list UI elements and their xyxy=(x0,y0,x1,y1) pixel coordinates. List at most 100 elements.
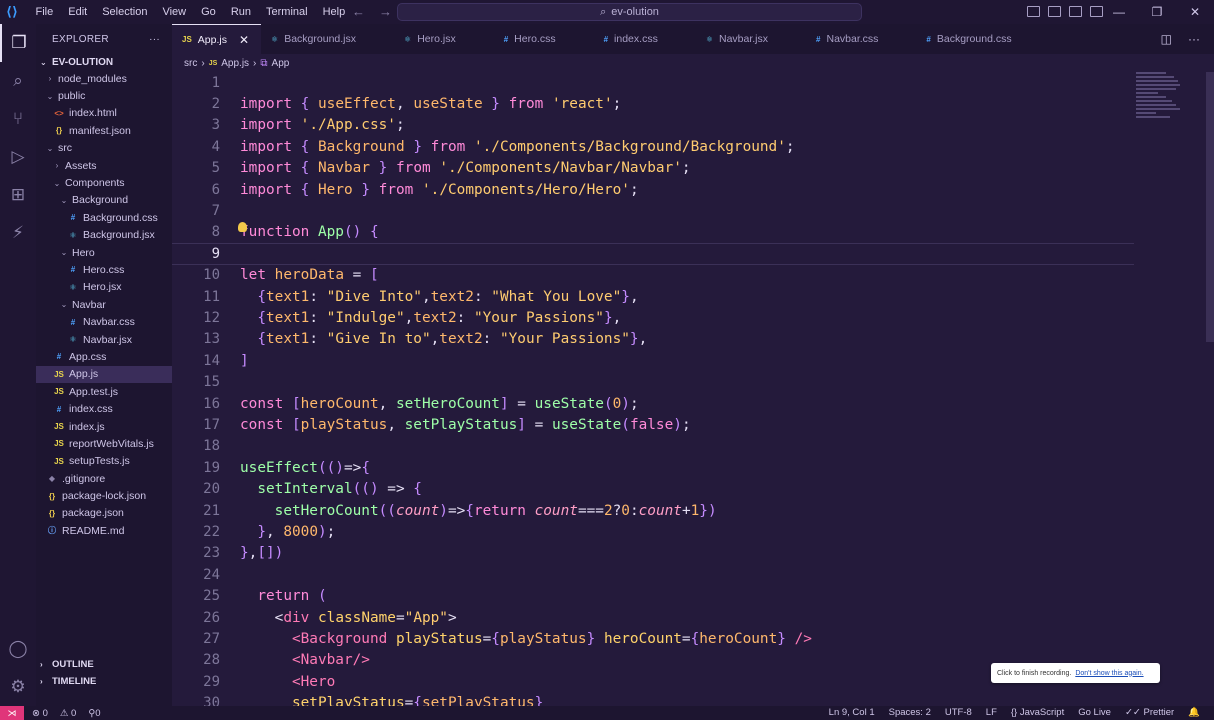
folder-item[interactable]: ⌄ Components xyxy=(36,174,172,191)
css-file-icon: # xyxy=(926,34,931,44)
file-item[interactable]: ⚛ Navbar.jsx xyxy=(36,331,172,348)
file-item[interactable]: {} manifest.json xyxy=(36,122,172,139)
tab-background-jsx[interactable]: ⚛ Background.jsx xyxy=(261,24,394,54)
tab-hero-css[interactable]: # Hero.css xyxy=(494,24,594,54)
file-item[interactable]: ⚛ Hero.jsx xyxy=(36,279,172,296)
explorer-header: EXPLORER ··· xyxy=(36,24,172,54)
accounts-icon[interactable]: ◯ xyxy=(0,630,36,668)
file-item[interactable]: JS App.test.js xyxy=(36,383,172,400)
file-item[interactable]: ⓘ README.md xyxy=(36,522,172,539)
folder-item[interactable]: ⌄ Background xyxy=(36,192,172,209)
code-line: 23},[]) xyxy=(172,543,1132,564)
close-tab-icon[interactable]: ✕ xyxy=(239,33,249,47)
timeline-section[interactable]: › TIMELINE xyxy=(36,673,172,690)
folder-item[interactable]: › node_modules xyxy=(36,70,172,87)
lightbulb-icon[interactable] xyxy=(238,222,247,232)
breadcrumb-file[interactable]: App.js xyxy=(221,58,249,69)
file-item[interactable]: ◆ .gitignore xyxy=(36,470,172,487)
code-line: 21 setHeroCount((count)=>{return count==… xyxy=(172,500,1132,521)
file-item[interactable]: # Navbar.css xyxy=(36,313,172,330)
file-item[interactable]: JS index.js xyxy=(36,418,172,435)
menu-item-view[interactable]: View xyxy=(155,0,194,24)
project-folder[interactable]: ⌄ EV-OLUTION xyxy=(36,54,172,70)
breadcrumb-folder[interactable]: src xyxy=(184,58,197,69)
folder-item[interactable]: ⌄ Hero xyxy=(36,244,172,261)
menu-item-go[interactable]: Go xyxy=(194,0,224,24)
prettier-status[interactable]: ✓✓ Prettier xyxy=(1125,706,1174,720)
minimap[interactable] xyxy=(1136,72,1196,132)
file-item[interactable]: # Background.css xyxy=(36,209,172,226)
dont-show-again-link[interactable]: Don't show this again. xyxy=(1075,670,1143,677)
search-view-icon[interactable]: ⌕ xyxy=(0,62,36,100)
code-line: 11 {text1: "Dive Into",text2: "What You … xyxy=(172,286,1132,307)
breadcrumb-symbol[interactable]: App xyxy=(272,58,290,69)
run-debug-icon[interactable]: ▷ xyxy=(0,138,36,176)
tab-background-css[interactable]: # Background.css xyxy=(916,24,1049,54)
file-item[interactable]: # App.css xyxy=(36,348,172,365)
editor-scrollbar[interactable] xyxy=(1206,72,1214,342)
maximize-button[interactable]: ❐ xyxy=(1138,0,1176,24)
code-line: 26 <div className="App"> xyxy=(172,607,1132,628)
file-item[interactable]: <> index.html xyxy=(36,105,172,122)
file-item[interactable]: ⚛ Background.jsx xyxy=(36,227,172,244)
file-item[interactable]: {} package-lock.json xyxy=(36,487,172,504)
tree-item-label: reportWebVitals.js xyxy=(69,437,154,450)
encoding[interactable]: UTF-8 xyxy=(945,706,972,720)
more-actions-icon[interactable]: ··· xyxy=(149,34,160,45)
folder-item[interactable]: ⌄ public xyxy=(36,87,172,104)
close-window-button[interactable]: ✕ xyxy=(1176,0,1214,24)
notifications-bell-icon[interactable]: 🔔 xyxy=(1188,706,1200,720)
file-item[interactable]: JS reportWebVitals.js xyxy=(36,435,172,452)
menu-item-edit[interactable]: Edit xyxy=(61,0,95,24)
file-item[interactable]: {} package.json xyxy=(36,505,172,522)
file-item[interactable]: # index.css xyxy=(36,400,172,417)
chevron-right-icon: › xyxy=(253,57,257,69)
tab-index-css[interactable]: # index.css xyxy=(594,24,696,54)
warnings-count[interactable]: ⚠ 0 xyxy=(60,708,76,719)
folder-item[interactable]: ⌄ src xyxy=(36,140,172,157)
toggle-panel-icon[interactable] xyxy=(1048,6,1061,17)
recording-toast[interactable]: Click to finish recording. Don't show th… xyxy=(991,663,1160,683)
file-item[interactable]: JS setupTests.js xyxy=(36,453,172,470)
editor-tabs: JS App.js ✕ ⚛ Background.jsx ⚛ Hero.jsx # Hero.c… xyxy=(172,24,1214,54)
indentation[interactable]: Spaces: 2 xyxy=(889,706,931,720)
menu-item-file[interactable]: File xyxy=(28,0,61,24)
extensions-icon[interactable]: ⊞ xyxy=(0,176,36,214)
cursor-position[interactable]: Ln 9, Col 1 xyxy=(829,706,875,720)
back-arrow-icon[interactable]: ← xyxy=(352,0,365,24)
remote-indicator-icon[interactable]: ⋊ xyxy=(0,706,24,720)
line-ending[interactable]: LF xyxy=(986,706,997,720)
split-editor-icon[interactable]: ◫ xyxy=(1161,24,1172,54)
toggle-primary-sidebar-icon[interactable] xyxy=(1027,6,1040,17)
menu-item-help[interactable]: Help xyxy=(315,0,353,24)
css-file-icon: # xyxy=(56,352,62,362)
file-item[interactable]: # Hero.css xyxy=(36,261,172,278)
menu-item-terminal[interactable]: Terminal xyxy=(259,0,316,24)
tab-navbar-jsx[interactable]: ⚛ Navbar.jsx xyxy=(696,24,806,54)
info-file-icon: ⓘ xyxy=(48,526,56,536)
tab-hero-jsx[interactable]: ⚛ Hero.jsx xyxy=(394,24,494,54)
outline-section[interactable]: › OUTLINE xyxy=(36,656,172,673)
tab-app-js[interactable]: JS App.js ✕ xyxy=(172,24,262,54)
file-item[interactable]: JS App.js xyxy=(36,365,172,384)
ports-count[interactable]: ⚲0 xyxy=(88,708,100,719)
explorer-icon[interactable]: ❐ xyxy=(0,24,36,62)
go-live-button[interactable]: Go Live xyxy=(1078,706,1111,720)
errors-count[interactable]: ⊗ 0 xyxy=(32,708,48,719)
more-actions-icon[interactable]: ··· xyxy=(1188,24,1200,54)
folder-item[interactable]: ⌄ Navbar xyxy=(36,296,172,313)
code-editor[interactable]: 1 2 import { useEffect, useState } from '… xyxy=(172,72,1214,706)
remote-explorer-icon[interactable]: ⚡ xyxy=(0,214,36,252)
tab-navbar-css[interactable]: # Navbar.css xyxy=(806,24,916,54)
menu-item-selection[interactable]: Selection xyxy=(95,0,155,24)
manage-gear-icon[interactable]: ⚙ xyxy=(0,668,36,706)
command-center-search[interactable]: ⌕ ev-olution xyxy=(397,3,862,21)
toggle-secondary-sidebar-icon[interactable] xyxy=(1069,6,1082,17)
tree-item-label: App.test.js xyxy=(69,385,119,398)
source-control-icon[interactable]: ⑂ xyxy=(0,100,36,138)
folder-item[interactable]: › Assets xyxy=(36,157,172,174)
menu-item-run[interactable]: Run xyxy=(223,0,258,24)
forward-arrow-icon[interactable]: → xyxy=(379,0,392,24)
minimize-button[interactable]: — xyxy=(1100,0,1138,24)
language-mode[interactable]: {} JavaScript xyxy=(1011,706,1064,720)
